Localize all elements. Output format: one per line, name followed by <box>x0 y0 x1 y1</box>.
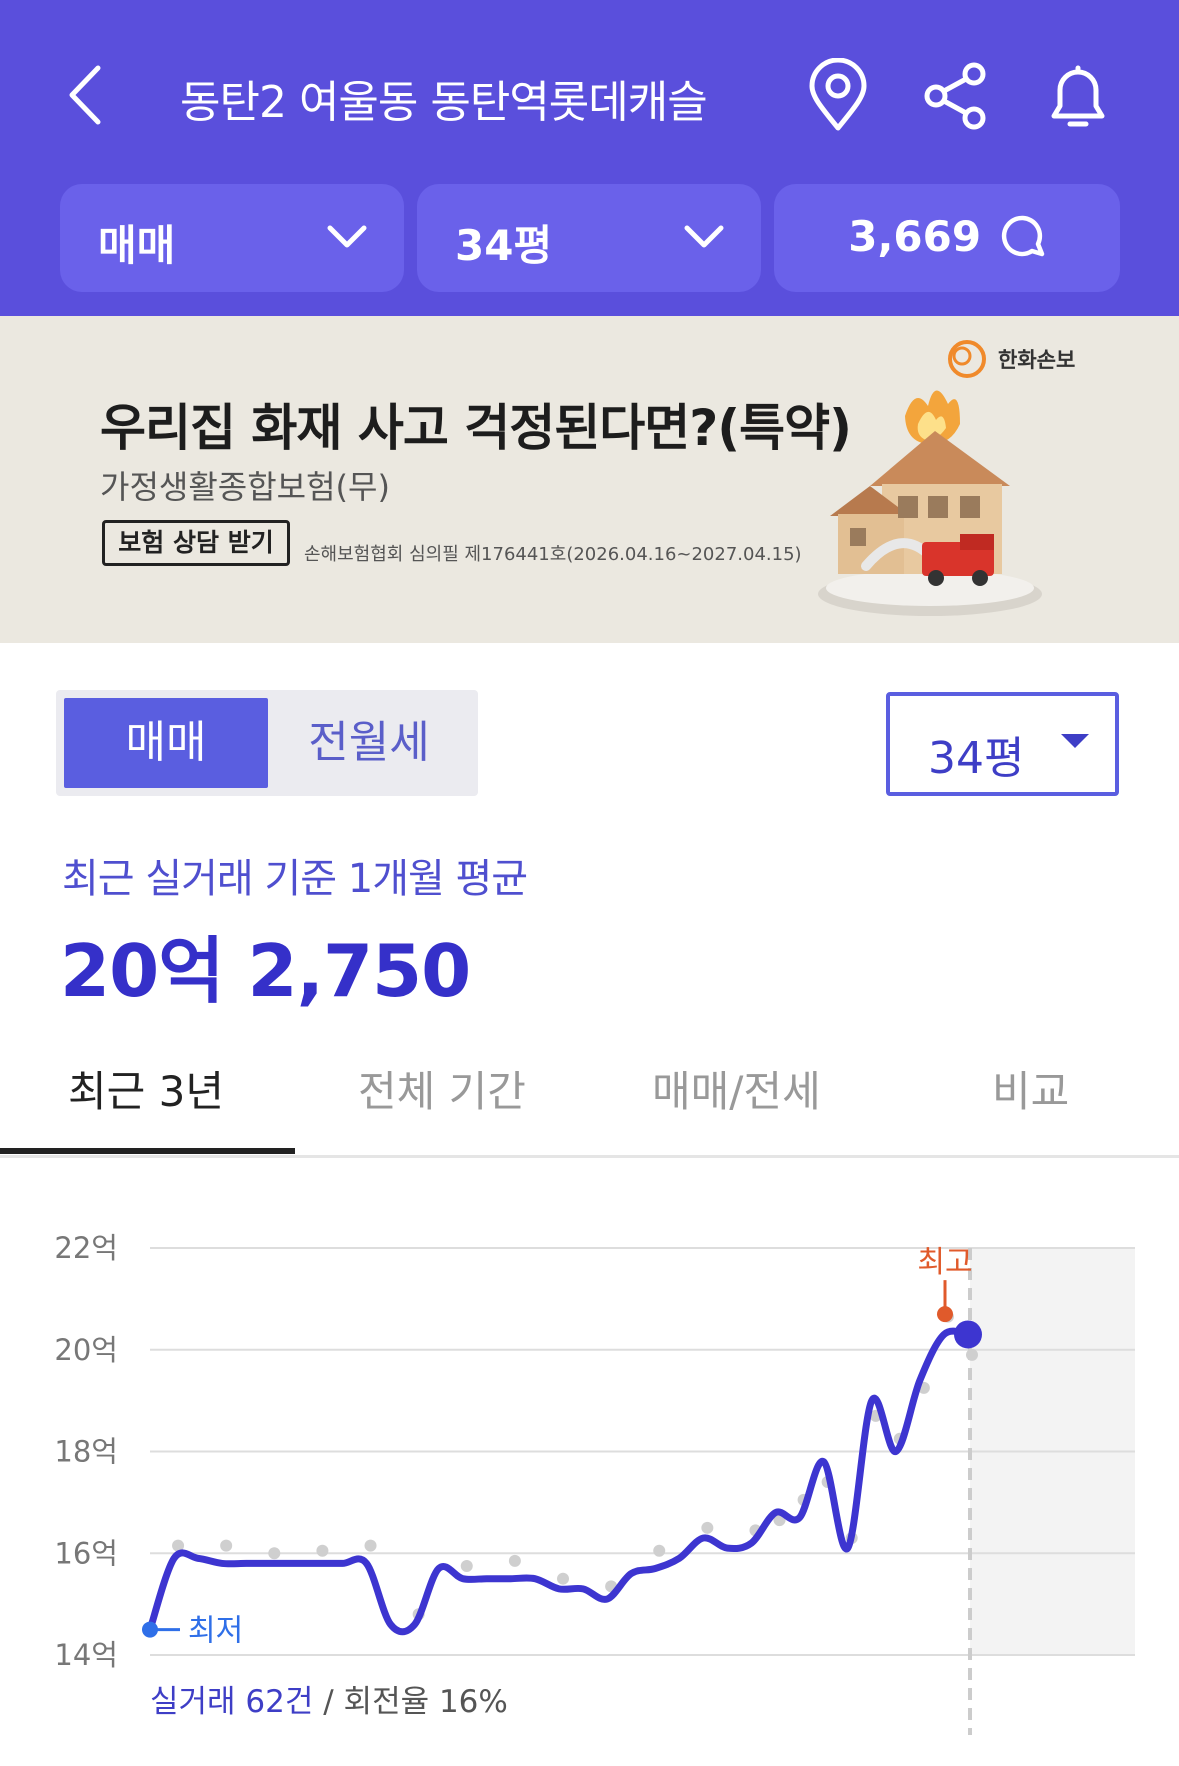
deal-segment-control: 매매 전월세 <box>56 690 478 796</box>
comment-count: 3,669 <box>774 212 1120 261</box>
tab-sale-jeonse[interactable]: 매매/전세 <box>652 1058 821 1119</box>
transaction-dot <box>508 1554 521 1567</box>
y-tick-label: 18억 <box>54 1435 118 1469</box>
size-label: 34평 <box>455 221 553 270</box>
ad-title: 우리집 화재 사고 걱정된다면?(특약) <box>100 399 852 457</box>
comments-button[interactable]: 3,669 <box>774 184 1120 292</box>
y-tick-label: 22억 <box>54 1231 118 1265</box>
period-tabs: 최근 3년 전체 기간 매매/전세 비교 <box>0 1040 1179 1158</box>
ad-subtitle: 가정생활종합보험(무) <box>100 468 390 506</box>
app-header: 동탄2 여울동 동탄역롯데캐슬 매매 34평 3,669 <box>0 0 1179 316</box>
transaction-dot <box>220 1539 233 1552</box>
share-icon[interactable] <box>918 58 994 134</box>
price-chart[interactable]: 22억 20억 18억 16억 14억 최저 최고 실거래 62건 / 회전율 16% <box>0 1190 1179 1766</box>
chevron-down-icon <box>684 225 724 248</box>
deal-type-label: 매매 <box>98 221 176 270</box>
transaction-dot <box>557 1572 569 1585</box>
price-line <box>146 1327 969 1636</box>
transaction-dot <box>966 1348 978 1361</box>
transaction-count: 실거래 62건 <box>150 1684 314 1720</box>
y-tick-label: 20억 <box>54 1333 118 1367</box>
deal-type-select[interactable]: 매매 <box>60 184 404 292</box>
y-tick-label: 16억 <box>54 1536 118 1570</box>
chart-footer: 실거래 62건 / 회전율 16% <box>150 1676 508 1721</box>
transaction-dot <box>316 1544 329 1557</box>
turnover-rate: / 회전율 16% <box>323 1684 508 1720</box>
transaction-dot <box>268 1547 281 1560</box>
ad-consult-button[interactable]: 보험 상담 받기 <box>102 520 290 566</box>
tab-compare[interactable]: 비교 <box>992 1058 1069 1119</box>
min-label: 최저 <box>188 1614 243 1649</box>
active-tab-indicator <box>0 1148 295 1154</box>
segment-rent[interactable]: 전월세 <box>268 698 470 788</box>
back-icon[interactable] <box>58 60 128 130</box>
max-label: 최고 <box>917 1245 972 1280</box>
tab-all-period[interactable]: 전체 기간 <box>358 1058 526 1119</box>
filter-bar: 매매 34평 3,669 <box>60 184 1120 292</box>
chevron-down-icon <box>327 225 367 248</box>
location-pin-icon[interactable] <box>800 58 876 134</box>
transaction-dot <box>460 1559 473 1572</box>
ad-banner[interactable]: 한화손보 우리집 화재 사고 걱정된다면?(특약) 가정생활종합보험(무) 보험… <box>0 316 1179 643</box>
burning-house-illustration <box>818 390 1042 616</box>
segment-sale[interactable]: 매매 <box>64 698 268 788</box>
comment-icon <box>1001 215 1044 257</box>
max-point <box>937 1306 953 1323</box>
average-label: 최근 실거래 기준 1개월 평균 <box>62 856 528 902</box>
bell-icon[interactable] <box>1040 58 1116 134</box>
top-bar: 동탄2 여울동 동탄역롯데캐슬 <box>0 40 1179 150</box>
current-point <box>954 1320 982 1349</box>
size-dropdown-label: 34평 <box>928 733 1025 784</box>
size-dropdown[interactable]: 34평 <box>886 692 1119 796</box>
size-select[interactable]: 34평 <box>417 184 761 292</box>
ad-disclaimer: 손해보험협회 심의필 제176441호(2026.04.16~2027.04.1… <box>304 544 802 565</box>
y-tick-label: 14억 <box>54 1638 118 1672</box>
average-price: 20억 2,750 <box>60 929 471 1013</box>
transaction-dot <box>364 1539 377 1552</box>
transaction-dot <box>701 1521 714 1534</box>
tab-recent-3y[interactable]: 최근 3년 <box>68 1058 224 1119</box>
page-title: 동탄2 여울동 동탄역롯데캐슬 <box>180 77 708 128</box>
caret-down-icon <box>1061 734 1089 748</box>
brand-name: 한화손보 <box>998 348 1076 372</box>
transaction-dot <box>653 1544 666 1557</box>
